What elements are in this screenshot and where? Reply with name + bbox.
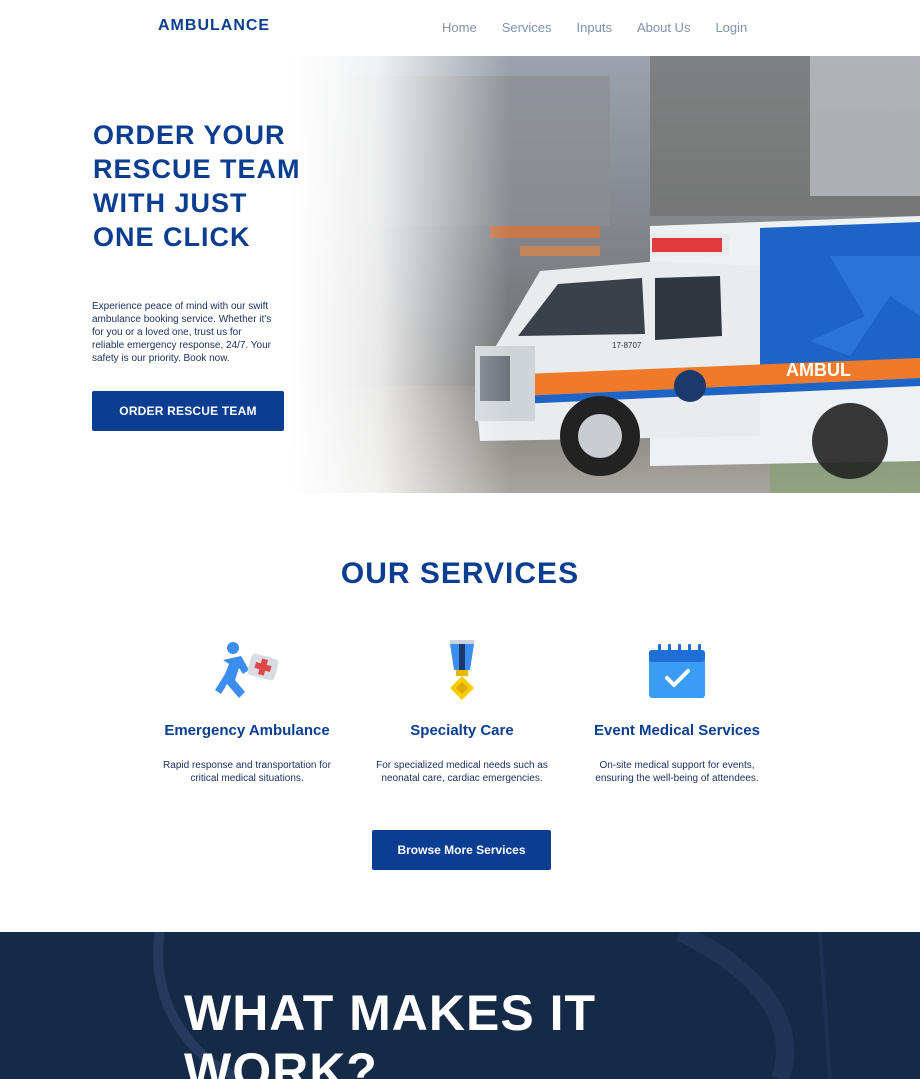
hero-description: Experience peace of mind with our swift … [92, 301, 272, 364]
what-makes-it-work-section: WHAT MAKES IT WORK? [0, 932, 920, 1079]
medal-icon [450, 640, 474, 700]
nav-link-login[interactable]: Login [715, 20, 747, 35]
ambulance-unit-number: 3198 [886, 235, 920, 255]
ambulance-plate-text: 17-8707 [612, 341, 642, 350]
hero-ambulance-image: AMBUL 3198 17-8707 [290, 56, 920, 493]
hero-section: AMBUL 3198 17-8707 ORDER YOUR RESCUE TEA… [0, 56, 920, 493]
calendar-check-icon [649, 644, 705, 698]
hero-image-fade [290, 56, 510, 493]
service-name: Event Medical Services [594, 722, 760, 739]
order-rescue-team-button[interactable]: ORDER RESCUE TEAM [92, 391, 284, 431]
what-makes-it-work-title: WHAT MAKES IT WORK? [184, 985, 597, 1079]
top-nav: AMBULANCE Home Services Inputs About Us … [0, 0, 920, 56]
nav-link-about[interactable]: About Us [637, 20, 690, 35]
service-card-specialty: Specialty Care For specialized medical n… [362, 640, 562, 785]
service-description: Rapid response and transportation for cr… [163, 760, 331, 784]
services-title: OUR SERVICES [340, 557, 580, 590]
service-name: Emergency Ambulance [164, 722, 330, 739]
nav-links: Home Services Inputs About Us Login [442, 20, 772, 35]
browse-more-services-button[interactable]: Browse More Services [372, 830, 551, 870]
running-person-medkit-icon [215, 642, 279, 698]
service-name: Specialty Care [410, 722, 514, 739]
service-card-event: Event Medical Services On-site medical s… [577, 640, 777, 785]
service-card-emergency: Emergency Ambulance Rapid response and t… [147, 640, 347, 785]
ambulance-side-label: AMBUL [786, 360, 851, 380]
service-description: On-site medical support for events, ensu… [595, 760, 759, 784]
hero-title: ORDER YOUR RESCUE TEAM WITH JUST ONE CLI… [93, 120, 301, 252]
service-description: For specialized medical needs such as ne… [376, 760, 548, 784]
nav-link-home[interactable]: Home [442, 20, 477, 35]
nav-link-services[interactable]: Services [502, 20, 552, 35]
brand-logo[interactable]: AMBULANCE [158, 17, 270, 35]
nav-link-inputs[interactable]: Inputs [577, 20, 612, 35]
